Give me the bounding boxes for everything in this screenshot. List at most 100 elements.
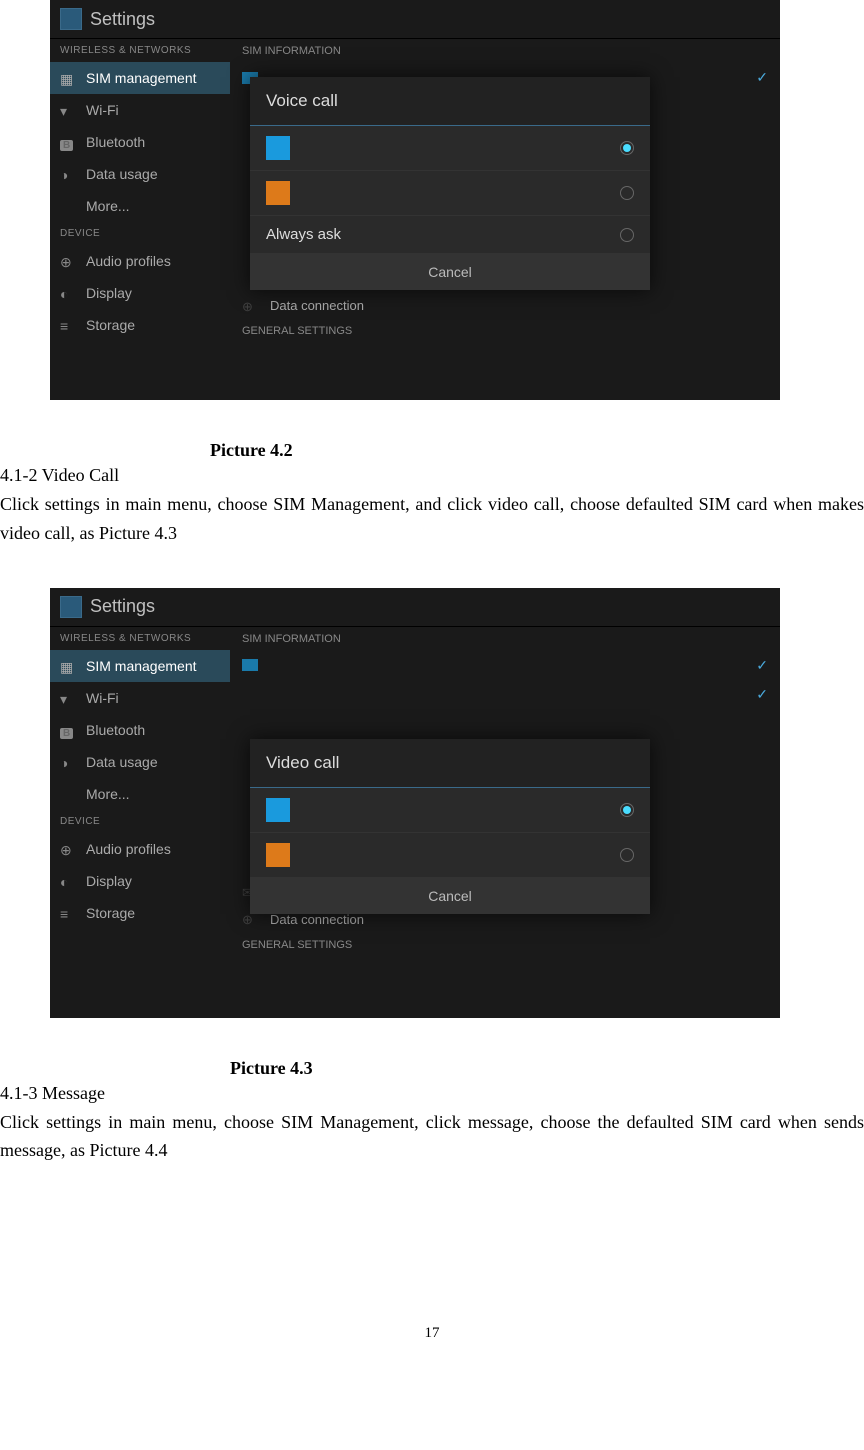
page-number: 17 bbox=[0, 1325, 864, 1342]
section-wireless: WIRELESS & NETWORKS bbox=[50, 627, 230, 650]
general-settings-label: GENERAL SETTINGS bbox=[230, 319, 780, 343]
sidebar-item-label: Storage bbox=[86, 317, 135, 333]
sim-icon bbox=[60, 71, 76, 85]
sidebar-item-label: Bluetooth bbox=[86, 722, 145, 738]
sim-row-2[interactable]: ✓ bbox=[230, 680, 780, 709]
sidebar-sim-management[interactable]: SIM management bbox=[50, 650, 230, 682]
radio-unselected[interactable] bbox=[620, 228, 634, 242]
sidebar-more[interactable]: More... bbox=[50, 778, 230, 810]
check-icon: ✓ bbox=[756, 657, 768, 674]
sim-info-label: SIM INFORMATION bbox=[230, 39, 780, 63]
sidebar-item-label: Display bbox=[86, 285, 132, 301]
blank-icon bbox=[60, 199, 76, 213]
sim-icon bbox=[60, 659, 76, 673]
sidebar-more[interactable]: More... bbox=[50, 190, 230, 222]
dialog-title: Video call bbox=[250, 739, 650, 788]
general-settings-label: GENERAL SETTINGS bbox=[230, 933, 780, 957]
check-icon: ✓ bbox=[756, 686, 768, 703]
sidebar-audio[interactable]: Audio profiles bbox=[50, 245, 230, 277]
sidebar-display[interactable]: Display bbox=[50, 277, 230, 309]
radio-unselected[interactable] bbox=[620, 186, 634, 200]
cancel-button[interactable]: Cancel bbox=[250, 254, 650, 290]
sim-option-1[interactable] bbox=[250, 788, 650, 833]
section-device: DEVICE bbox=[50, 810, 230, 833]
sidebar-item-label: More... bbox=[86, 198, 130, 214]
audio-icon bbox=[60, 842, 76, 856]
sidebar-item-label: More... bbox=[86, 786, 130, 802]
sim2-icon bbox=[266, 843, 290, 867]
app-title: Settings bbox=[90, 9, 155, 30]
bluetooth-icon bbox=[60, 135, 76, 149]
figure-4-3: Settings WIRELESS & NETWORKS SIM managem… bbox=[50, 588, 780, 1018]
data-icon bbox=[60, 755, 76, 769]
sidebar-item-label: Wi-Fi bbox=[86, 102, 119, 118]
bluetooth-icon bbox=[60, 723, 76, 737]
voice-call-dialog: Voice call Always ask Cancel bbox=[250, 77, 650, 290]
sidebar-storage[interactable]: Storage bbox=[50, 309, 230, 341]
section-heading-video-call: 4.1-2 Video Call bbox=[0, 465, 864, 486]
sidebar-item-label: Storage bbox=[86, 905, 135, 921]
sidebar-bluetooth[interactable]: Bluetooth bbox=[50, 126, 230, 158]
section-device: DEVICE bbox=[50, 222, 230, 245]
sim-option-2[interactable] bbox=[250, 171, 650, 216]
app-header: Settings bbox=[50, 0, 780, 39]
sidebar-bluetooth[interactable]: Bluetooth bbox=[50, 714, 230, 746]
storage-icon bbox=[60, 318, 76, 332]
check-icon: ✓ bbox=[756, 69, 768, 86]
sim-color-icon bbox=[242, 659, 258, 671]
display-icon bbox=[60, 286, 76, 300]
globe-icon bbox=[242, 299, 258, 313]
figure-4-2: Settings WIRELESS & NETWORKS SIM managem… bbox=[50, 0, 780, 400]
sidebar-display[interactable]: Display bbox=[50, 865, 230, 897]
sidebar-storage[interactable]: Storage bbox=[50, 897, 230, 929]
video-call-dialog: Video call Cancel bbox=[250, 739, 650, 914]
settings-icon bbox=[60, 596, 82, 618]
blank-icon bbox=[60, 787, 76, 801]
globe-icon bbox=[242, 912, 258, 926]
wifi-icon bbox=[60, 103, 76, 117]
audio-icon bbox=[60, 254, 76, 268]
row-label: Data connection bbox=[270, 298, 364, 313]
figure-caption-4-2: Picture 4.2 bbox=[210, 440, 864, 461]
radio-selected[interactable] bbox=[620, 803, 634, 817]
section-body-video-call: Click settings in main menu, choose SIM … bbox=[0, 490, 864, 548]
cancel-button[interactable]: Cancel bbox=[250, 878, 650, 914]
figure-caption-4-3: Picture 4.3 bbox=[230, 1058, 864, 1079]
sidebar-item-label: SIM management bbox=[86, 70, 197, 86]
section-wireless: WIRELESS & NETWORKS bbox=[50, 39, 230, 62]
radio-unselected[interactable] bbox=[620, 848, 634, 862]
sidebar-item-label: Data usage bbox=[86, 754, 158, 770]
sidebar-data-usage[interactable]: Data usage bbox=[50, 158, 230, 190]
sidebar-wifi[interactable]: Wi-Fi bbox=[50, 682, 230, 714]
row-label: Data connection bbox=[270, 912, 364, 927]
sim1-icon bbox=[266, 798, 290, 822]
sim-row-1[interactable]: ✓ bbox=[230, 651, 780, 680]
sidebar-item-label: Wi-Fi bbox=[86, 690, 119, 706]
data-connection-row[interactable]: Data connection bbox=[230, 292, 780, 319]
app-header: Settings bbox=[50, 588, 780, 627]
section-body-message: Click settings in main menu, choose SIM … bbox=[0, 1108, 864, 1166]
sim-option-1[interactable] bbox=[250, 126, 650, 171]
sidebar-item-label: Bluetooth bbox=[86, 134, 145, 150]
display-icon bbox=[60, 874, 76, 888]
sidebar-audio[interactable]: Audio profiles bbox=[50, 833, 230, 865]
radio-selected[interactable] bbox=[620, 141, 634, 155]
dialog-title: Voice call bbox=[250, 77, 650, 126]
settings-sidebar: WIRELESS & NETWORKS SIM management Wi-Fi… bbox=[50, 39, 230, 369]
sim1-icon bbox=[266, 136, 290, 160]
app-title: Settings bbox=[90, 596, 155, 617]
settings-icon bbox=[60, 8, 82, 30]
sidebar-data-usage[interactable]: Data usage bbox=[50, 746, 230, 778]
option-label: Always ask bbox=[266, 226, 341, 243]
data-icon bbox=[60, 167, 76, 181]
sidebar-item-label: Display bbox=[86, 873, 132, 889]
sidebar-item-label: Audio profiles bbox=[86, 841, 171, 857]
sim-option-2[interactable] bbox=[250, 833, 650, 878]
sidebar-item-label: Audio profiles bbox=[86, 253, 171, 269]
always-ask-option[interactable]: Always ask bbox=[250, 216, 650, 254]
sidebar-sim-management[interactable]: SIM management bbox=[50, 62, 230, 94]
sidebar-item-label: Data usage bbox=[86, 166, 158, 182]
settings-sidebar: WIRELESS & NETWORKS SIM management Wi-Fi… bbox=[50, 627, 230, 1017]
sidebar-wifi[interactable]: Wi-Fi bbox=[50, 94, 230, 126]
sidebar-item-label: SIM management bbox=[86, 658, 197, 674]
